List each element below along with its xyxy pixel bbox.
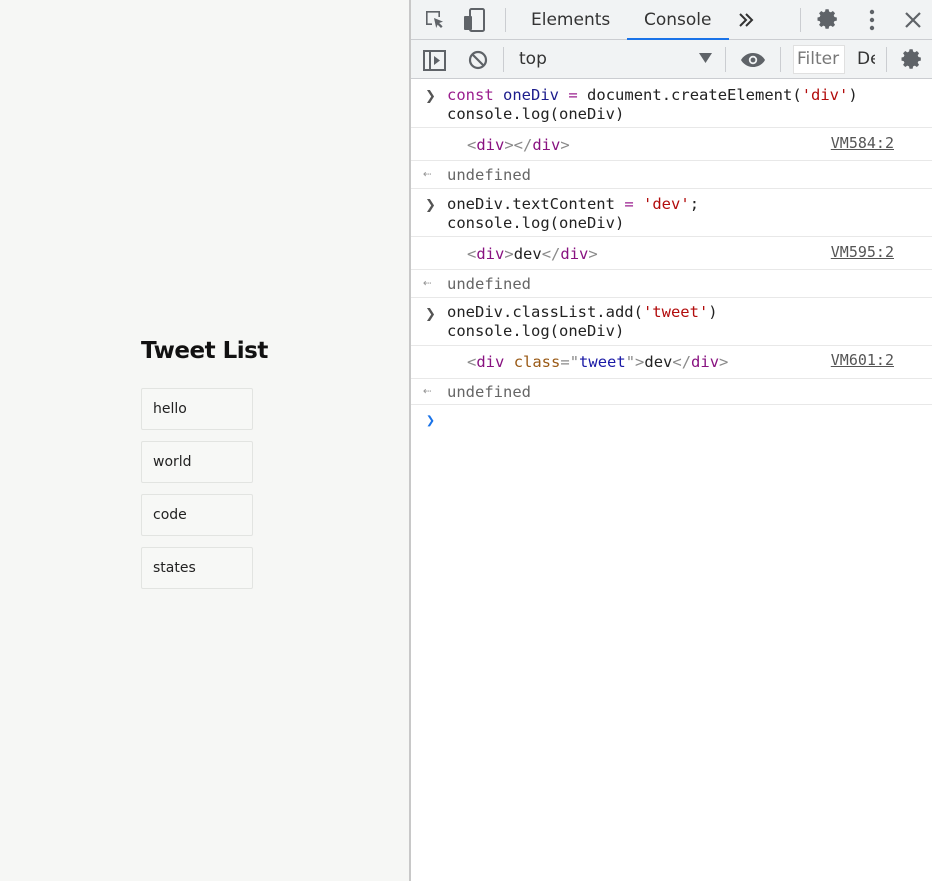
web-page: Tweet List hello world code states xyxy=(0,0,409,881)
log-levels-dropdown[interactable]: De xyxy=(857,40,875,79)
tweet-item: hello xyxy=(141,388,253,430)
close-icon[interactable] xyxy=(902,9,924,31)
console-log-entry: <div></div> VM584:2 xyxy=(411,128,932,161)
code-line: console.log(oneDiv) xyxy=(447,105,625,123)
return-arrow-icon: ⇠ xyxy=(423,383,432,399)
code-line: oneDiv.textContent = 'dev'; xyxy=(447,195,700,213)
console-input-entry: ❯ oneDiv.textContent = 'dev'; console.lo… xyxy=(411,189,932,237)
code-line: oneDiv.classList.add('tweet') xyxy=(447,303,718,321)
tweet-item: world xyxy=(141,441,253,483)
console-input-entry: ❯ const oneDiv = document.createElement(… xyxy=(411,80,932,128)
kebab-menu-icon[interactable] xyxy=(862,8,882,32)
console-input-entry: ❯ oneDiv.classList.add('tweet') console.… xyxy=(411,298,932,346)
tab-elements[interactable]: Elements xyxy=(531,0,610,40)
tweet-item: states xyxy=(141,547,253,589)
clear-console-icon[interactable] xyxy=(466,48,490,72)
console-log-entry: <div class="tweet">dev</div> VM601:2 xyxy=(411,346,932,379)
gear-icon[interactable] xyxy=(899,47,925,73)
console-log-entry: <div>dev</div> VM595:2 xyxy=(411,237,932,270)
context-selector[interactable]: top xyxy=(519,40,547,79)
result-value: undefined xyxy=(447,275,531,293)
code-line: const oneDiv = document.createElement('d… xyxy=(447,86,858,104)
tab-console[interactable]: Console xyxy=(627,0,729,40)
console-result-entry: ⇠ undefined xyxy=(411,161,932,189)
return-arrow-icon: ⇠ xyxy=(423,275,432,291)
dropdown-arrow-icon[interactable] xyxy=(699,52,712,64)
code-line: console.log(oneDiv) xyxy=(447,322,625,340)
dom-node[interactable]: <div></div> xyxy=(467,136,570,155)
devtools-tabbar: Elements Console xyxy=(411,0,932,40)
chevron-right-icon: ❯ xyxy=(425,307,436,322)
page-title: Tweet List xyxy=(141,338,268,364)
dom-node[interactable]: <div>dev</div> xyxy=(467,245,598,264)
result-value: undefined xyxy=(447,166,531,184)
sidebar-toggle-icon[interactable] xyxy=(422,48,446,72)
chevron-right-icon: ❯ xyxy=(425,198,436,213)
code-line: console.log(oneDiv) xyxy=(447,214,625,232)
chevron-double-right-icon[interactable] xyxy=(736,10,756,30)
console-prompt-caret[interactable]: ❯ xyxy=(426,411,435,429)
source-link[interactable]: VM601:2 xyxy=(831,351,894,369)
inspect-element-icon[interactable] xyxy=(423,9,447,31)
source-link[interactable]: VM584:2 xyxy=(831,134,894,152)
device-toolbar-icon[interactable] xyxy=(462,7,488,33)
filter-input[interactable]: Filter xyxy=(793,45,845,74)
return-arrow-icon: ⇠ xyxy=(423,166,432,182)
eye-icon[interactable] xyxy=(739,49,767,71)
console-toolbar: top Filter De xyxy=(411,40,932,79)
result-value: undefined xyxy=(447,383,531,401)
devtools-panel: Elements Console top Filter D ❯ const on… xyxy=(411,0,932,881)
dom-node[interactable]: <div class="tweet">dev</div> xyxy=(467,353,728,372)
gear-icon[interactable] xyxy=(816,8,840,32)
console-input[interactable] xyxy=(447,406,917,430)
console-result-entry: ⇠ undefined xyxy=(411,379,932,405)
console-result-entry: ⇠ undefined xyxy=(411,270,932,298)
chevron-right-icon: ❯ xyxy=(425,89,436,104)
source-link[interactable]: VM595:2 xyxy=(831,243,894,261)
tweet-item: code xyxy=(141,494,253,536)
